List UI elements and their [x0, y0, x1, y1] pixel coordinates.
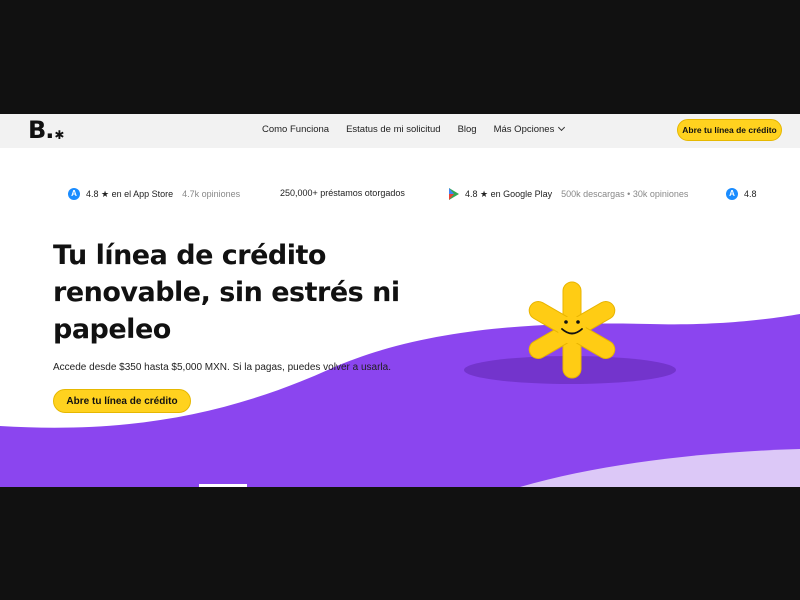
appstore-rating: 4.8 ★ en el App Store 4.7k opiniones — [68, 188, 240, 200]
letterbox-bottom — [0, 487, 800, 600]
nav-link-estatus-solicitud[interactable]: Estatus de mi solicitud — [346, 124, 441, 135]
appstore-score-repeat: 4.8 — [744, 189, 757, 199]
website-viewport: B.✱ Como Funciona Estatus de mi solicitu… — [0, 114, 800, 487]
hero-title-highlight: renovable — [53, 274, 201, 311]
appstore-icon — [68, 188, 80, 200]
letterbox-top — [0, 0, 800, 114]
hero-title: Tu línea de crédito renovable, sin estrés… — [53, 237, 433, 348]
appstore-reviews: 4.7k opiniones — [182, 189, 241, 199]
hero-open-credit-line-button[interactable]: Abre tu línea de crédito — [53, 389, 191, 413]
googleplay-rating: 4.8 ★ en Google Play 500k descargas • 30… — [449, 188, 688, 200]
loans-label: 250,000+ préstamos otorgados — [280, 188, 405, 198]
googleplay-score: 4.8 ★ en Google Play — [465, 188, 553, 199]
top-navbar: B.✱ Como Funciona Estatus de mi solicitu… — [0, 114, 800, 148]
nav-link-blog[interactable]: Blog — [458, 124, 477, 135]
chevron-down-icon — [558, 123, 566, 132]
appstore-rating-repeat: 4.8 — [726, 188, 757, 200]
google-play-icon — [449, 188, 459, 200]
smiling-asterisk-mascot — [528, 281, 616, 379]
mas-opciones-label: Más Opciones — [493, 124, 555, 135]
appstore-icon — [726, 188, 738, 200]
hero-subtitle: Accede desde $350 hasta $5,000 MXN. Si l… — [53, 362, 391, 373]
nav-link-como-funciona[interactable]: Como Funciona — [262, 124, 329, 135]
nav-link-mas-opciones[interactable]: Más Opciones — [493, 123, 566, 135]
appstore-score: 4.8 ★ en el App Store — [86, 188, 174, 199]
hero-title-line1: Tu línea de crédito — [53, 240, 326, 271]
brand-logo[interactable]: B.✱ — [28, 116, 64, 144]
googleplay-reviews: 500k descargas • 30k opiniones — [561, 189, 689, 199]
loans-count: 250,000+ préstamos otorgados — [280, 188, 405, 198]
nav-links: Como Funciona Estatus de mi solicitud Bl… — [262, 123, 581, 135]
nav-open-credit-line-button[interactable]: Abre tu línea de crédito — [677, 119, 782, 141]
